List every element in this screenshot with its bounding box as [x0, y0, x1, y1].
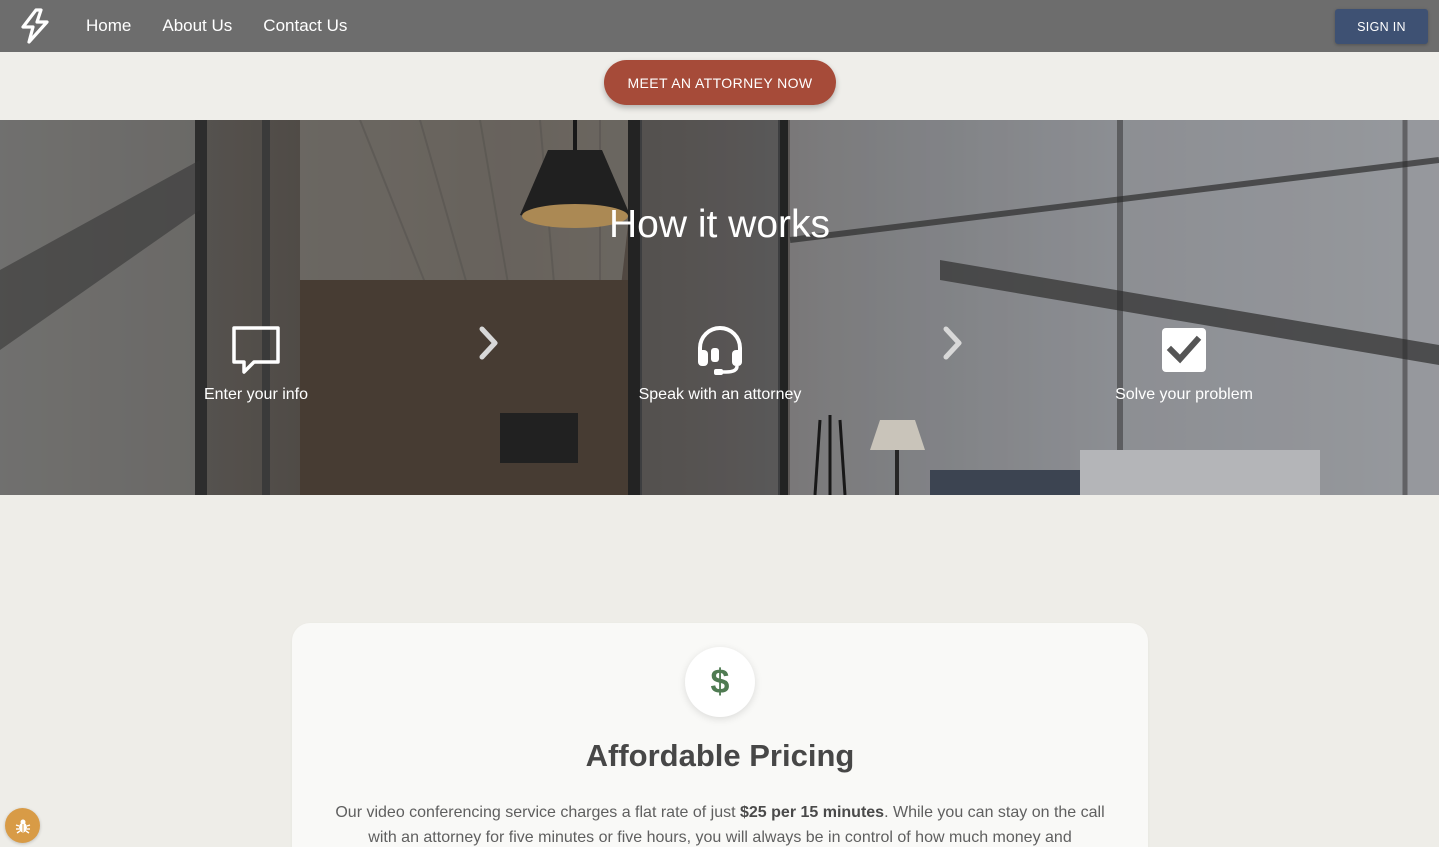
hero-overlay	[0, 120, 1439, 495]
speech-bubble-icon	[232, 326, 280, 374]
headset-icon	[698, 326, 742, 375]
bug-icon	[15, 819, 30, 834]
nav-link-home[interactable]: Home	[86, 16, 131, 36]
pricing-card: $ Affordable Pricing Our video conferenc…	[292, 623, 1148, 847]
chevron-right-icon	[943, 326, 962, 360]
meet-attorney-button[interactable]: MEET AN ATTORNEY NOW	[604, 60, 836, 105]
step-label: Solve your problem	[1115, 386, 1253, 403]
nav-links: Home About Us Contact Us	[86, 0, 378, 52]
bug-report-button[interactable]	[5, 808, 40, 843]
nav-link-contact-us[interactable]: Contact Us	[263, 16, 347, 36]
nav-link-about-us[interactable]: About Us	[162, 16, 232, 36]
step-label: Enter your info	[203, 386, 309, 403]
pricing-text-start: Our video conferencing service charges a…	[335, 804, 740, 821]
dollar-icon: $	[685, 647, 755, 717]
step-speak-attorney: Speak with an attorney	[600, 324, 840, 404]
how-it-works-title: How it works	[608, 203, 831, 246]
pricing-rate: $25 per 15 minutes	[740, 804, 885, 821]
pricing-title: Affordable Pricing	[585, 738, 855, 773]
checkbox-icon	[1162, 328, 1206, 372]
top-navbar: Home About Us Contact Us SIGN IN	[0, 0, 1439, 52]
chevron-right-icon	[479, 326, 498, 360]
step-enter-info: Enter your info	[136, 324, 376, 404]
step-label: Speak with an attorney	[638, 386, 802, 403]
pricing-description: Our video conferencing service charges a…	[332, 800, 1108, 847]
how-it-works-hero: How it works Enter your info Speak with …	[0, 120, 1439, 495]
step-solve-problem: Solve your problem	[1064, 324, 1304, 404]
lightning-bolt-icon[interactable]	[18, 8, 52, 44]
sign-in-button[interactable]: SIGN IN	[1335, 9, 1428, 44]
cta-strip: MEET AN ATTORNEY NOW	[0, 52, 1439, 120]
